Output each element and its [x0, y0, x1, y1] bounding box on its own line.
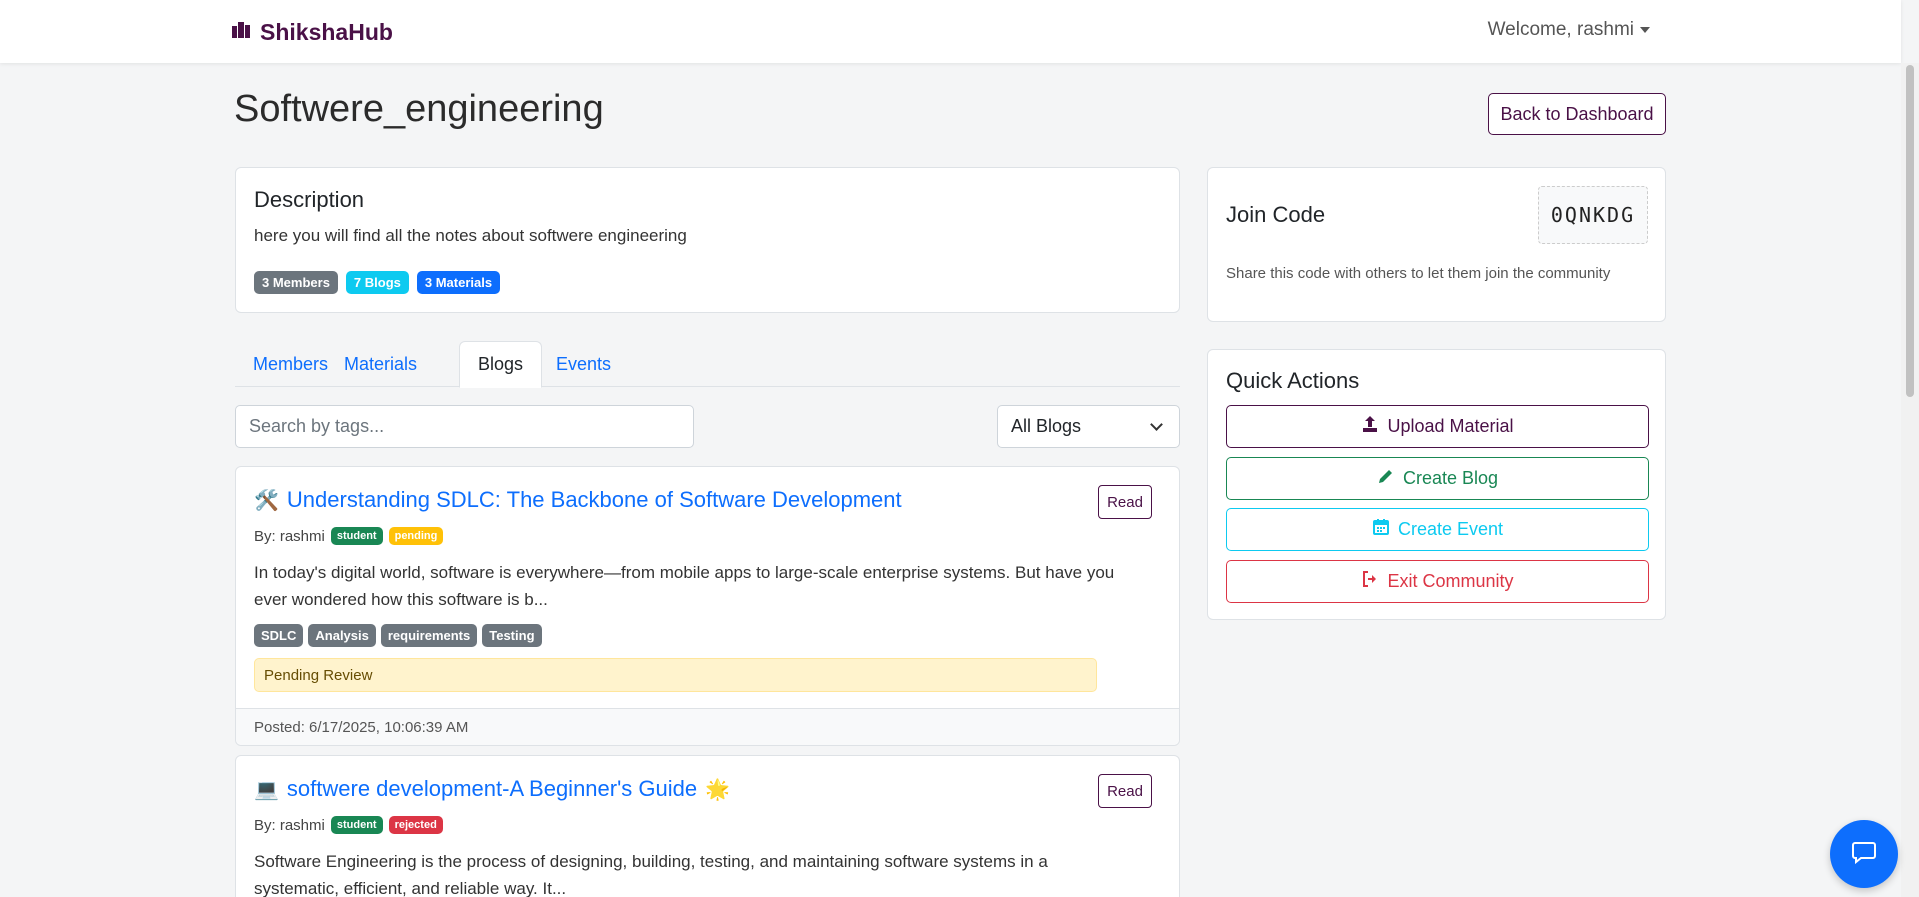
back-to-dashboard-button[interactable]: Back to Dashboard	[1488, 93, 1666, 135]
blog-title: Understanding SDLC: The Backbone of Soft…	[286, 487, 902, 512]
join-code-heading: Join Code	[1226, 202, 1326, 227]
read-button[interactable]: Read	[1098, 485, 1152, 519]
blog-byline: By: rashmi student rejected	[254, 816, 443, 834]
blog-posted-date: Posted: 6/17/2025, 10:06:39 AM	[236, 708, 1179, 745]
create-event-button[interactable]: Create Event	[1226, 508, 1649, 551]
chevron-down-icon	[1150, 418, 1163, 431]
upload-material-label: Upload Material	[1387, 416, 1514, 436]
exit-community-button[interactable]: Exit Community	[1226, 560, 1649, 603]
role-badge: student	[330, 816, 383, 834]
members-count-badge: 3 Members	[254, 271, 338, 294]
exit-community-label: Exit Community	[1387, 571, 1514, 591]
tag-badge: Testing	[482, 624, 542, 647]
blog-title-link[interactable]: 🛠️ Understanding SDLC: The Backbone of S…	[254, 487, 902, 513]
blog-tags: SDLC Analysis requirements Testing	[254, 624, 542, 647]
books-icon	[230, 18, 252, 46]
upload-material-button[interactable]: Upload Material	[1226, 405, 1649, 448]
create-blog-label: Create Blog	[1402, 468, 1499, 488]
blog-byline: By: rashmi student pending	[254, 527, 444, 545]
blog-filter-select[interactable]: All Blogs	[997, 405, 1180, 448]
page-title: Softwere_engineering	[234, 88, 604, 130]
upload-icon	[1361, 415, 1379, 438]
sign-out-icon	[1361, 570, 1379, 593]
top-navbar: ShikshaHub Welcome, rashmi	[0, 0, 1901, 63]
join-code-hint: Share this code with others to let them …	[1226, 265, 1611, 282]
status-badge: rejected	[388, 816, 443, 834]
page-scrollbar[interactable]	[1901, 63, 1919, 897]
community-tabs: Members Materials Blogs Events	[235, 341, 1180, 388]
materials-count-badge: 3 Materials	[416, 271, 501, 294]
blog-filter-value: All Blogs	[1011, 416, 1082, 436]
quick-actions-heading: Quick Actions	[1226, 368, 1360, 393]
blog-title: softwere development-A Beginner's Guide	[286, 776, 698, 801]
brand-logo[interactable]: ShikshaHub	[230, 18, 393, 46]
tab-blogs[interactable]: Blogs	[459, 341, 543, 388]
tag-badge: requirements	[380, 624, 478, 647]
join-code-value[interactable]: 0QNKDG	[1538, 186, 1648, 244]
user-menu-toggle[interactable]: Welcome, rashmi	[1488, 19, 1650, 41]
role-badge: student	[330, 527, 383, 545]
quick-actions-card: Quick Actions Upload Material Create Blo…	[1207, 349, 1666, 620]
tab-events[interactable]: Events	[538, 341, 629, 387]
pending-review-alert: Pending Review	[254, 658, 1097, 692]
blog-title-link[interactable]: 💻 softwere development-A Beginner's Guid…	[254, 776, 730, 802]
star-emoji-icon: 🌟	[705, 778, 731, 801]
description-card: Description here you will find all the n…	[235, 167, 1180, 313]
chat-bubble-icon	[1850, 838, 1878, 871]
tag-badge: SDLC	[254, 624, 304, 647]
read-button[interactable]: Read	[1098, 774, 1152, 808]
blog-excerpt: In today's digital world, software is ev…	[254, 563, 1115, 609]
blogs-count-badge: 7 Blogs	[345, 271, 409, 294]
status-badge: pending	[388, 527, 444, 545]
description-heading: Description	[254, 187, 365, 212]
scrollbar-thumb[interactable]	[1906, 65, 1914, 397]
tab-materials[interactable]: Materials	[326, 341, 435, 387]
blog-card: 🛠️ Understanding SDLC: The Backbone of S…	[235, 466, 1180, 746]
chat-button[interactable]	[1830, 820, 1898, 888]
blog-author: By: rashmi	[254, 816, 325, 834]
pencil-icon	[1377, 467, 1395, 490]
blog-author: By: rashmi	[254, 527, 325, 545]
join-code-card: Join Code 0QNKDG Share this code with ot…	[1207, 167, 1666, 322]
caret-down-icon	[1640, 27, 1650, 33]
description-text: here you will find all the notes about s…	[254, 226, 687, 245]
create-event-label: Create Event	[1397, 519, 1504, 539]
laptop-emoji-icon: 💻	[254, 778, 279, 801]
tools-emoji-icon: 🛠️	[254, 489, 279, 512]
blog-excerpt: Software Engineering is the process of d…	[254, 852, 1048, 897]
blog-card: 💻 softwere development-A Beginner's Guid…	[235, 755, 1180, 897]
create-blog-button[interactable]: Create Blog	[1226, 457, 1649, 500]
welcome-text: Welcome, rashmi	[1487, 19, 1634, 40]
tag-badge: Analysis	[308, 624, 376, 647]
calendar-icon	[1372, 518, 1390, 541]
tag-search-input[interactable]	[235, 405, 694, 448]
brand-name: ShikshaHub	[260, 18, 393, 45]
stats-badges: 3 Members 7 Blogs 3 Materials	[254, 271, 501, 294]
